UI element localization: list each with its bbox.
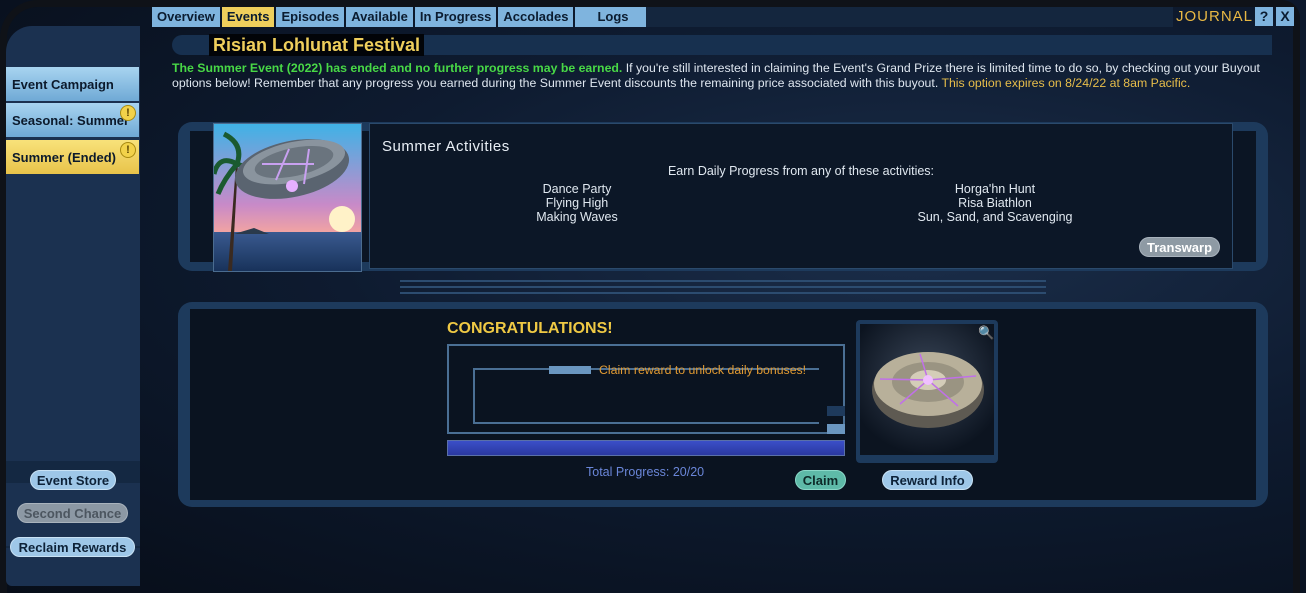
- tab-available[interactable]: Available: [346, 7, 413, 27]
- close-button[interactable]: X: [1276, 7, 1294, 26]
- alert-icon: !: [120, 142, 136, 158]
- progress-box: [447, 344, 845, 434]
- activities-subtitle: Earn Daily Progress from any of these ac…: [667, 164, 935, 178]
- help-button[interactable]: ?: [1255, 7, 1273, 26]
- claim-reward-message: Claim reward to unlock daily bonuses!: [599, 363, 807, 377]
- divider: [400, 286, 1046, 288]
- tab-episodes[interactable]: Episodes: [276, 7, 345, 27]
- total-progress-label: Total Progress: 20/20: [586, 465, 705, 479]
- sidebar-item-label: Seasonal: Summer: [12, 112, 130, 128]
- tab-overview[interactable]: Overview: [152, 7, 220, 27]
- divider: [400, 280, 1046, 282]
- activities-title: Summer Activities: [382, 138, 510, 155]
- sidebar-item-seasonal-summer[interactable]: Seasonal: Summer !: [6, 103, 139, 137]
- journal-tabs: Overview Events Episodes Available In Pr…: [152, 7, 651, 27]
- activity-item: Horga'hn Hunt: [954, 182, 1036, 196]
- event-notice: The Summer Event (2022) has ended and no…: [172, 61, 1272, 91]
- transwarp-button[interactable]: Transwarp: [1139, 237, 1220, 257]
- congratulations-heading: CONGRATULATIONS!: [447, 320, 613, 337]
- divider: [400, 292, 1046, 294]
- alert-icon: !: [120, 105, 136, 121]
- activity-item: Sun, Sand, and Scavenging: [917, 210, 1073, 224]
- event-store-button[interactable]: Event Store: [30, 470, 116, 490]
- reward-image[interactable]: [860, 324, 994, 455]
- summer-activities-panel: Summer Activities Earn Daily Progress fr…: [369, 123, 1233, 269]
- reclaim-rewards-button[interactable]: Reclaim Rewards: [10, 537, 135, 557]
- total-progress-bar: [447, 440, 845, 456]
- activity-list-right: Horga'hn Hunt Risa Biathlon Sun, Sand, a…: [845, 182, 1145, 224]
- claim-button[interactable]: Claim: [795, 470, 846, 490]
- tab-events[interactable]: Events: [221, 7, 275, 27]
- zoom-icon[interactable]: 🔍: [978, 325, 994, 341]
- window-title: JOURNAL: [1176, 8, 1254, 25]
- activity-item: Dance Party: [542, 182, 612, 196]
- activity-item: Flying High: [545, 196, 609, 210]
- sidebar-item-label: Event Campaign: [12, 76, 114, 92]
- reward-info-button[interactable]: Reward Info: [882, 470, 973, 490]
- tab-bar-filler: [646, 7, 1173, 27]
- sidebar-item-summer-ended[interactable]: Summer (Ended) !: [6, 140, 139, 174]
- tab-accolades[interactable]: Accolades: [498, 7, 574, 27]
- event-title: Risian Lohlunat Festival: [209, 34, 425, 56]
- sidebar-item-event-campaign[interactable]: Event Campaign: [6, 67, 139, 101]
- event-art-image: [213, 123, 362, 272]
- activity-item: Risa Biathlon: [958, 196, 1032, 210]
- notice-ended: The Summer Event (2022) has ended and no…: [172, 61, 623, 75]
- progress-fill: [448, 441, 844, 455]
- second-chance-button[interactable]: Second Chance: [17, 503, 128, 523]
- activity-list-left: Dance Party Flying High Making Waves: [427, 182, 727, 224]
- activity-item: Making Waves: [536, 210, 618, 224]
- sidebar-item-label: Summer (Ended): [12, 149, 117, 165]
- tab-logs[interactable]: Logs: [575, 7, 651, 27]
- tab-in-progress[interactable]: In Progress: [414, 7, 497, 27]
- notice-expiry: This option expires on 8/24/22 at 8am Pa…: [941, 76, 1191, 90]
